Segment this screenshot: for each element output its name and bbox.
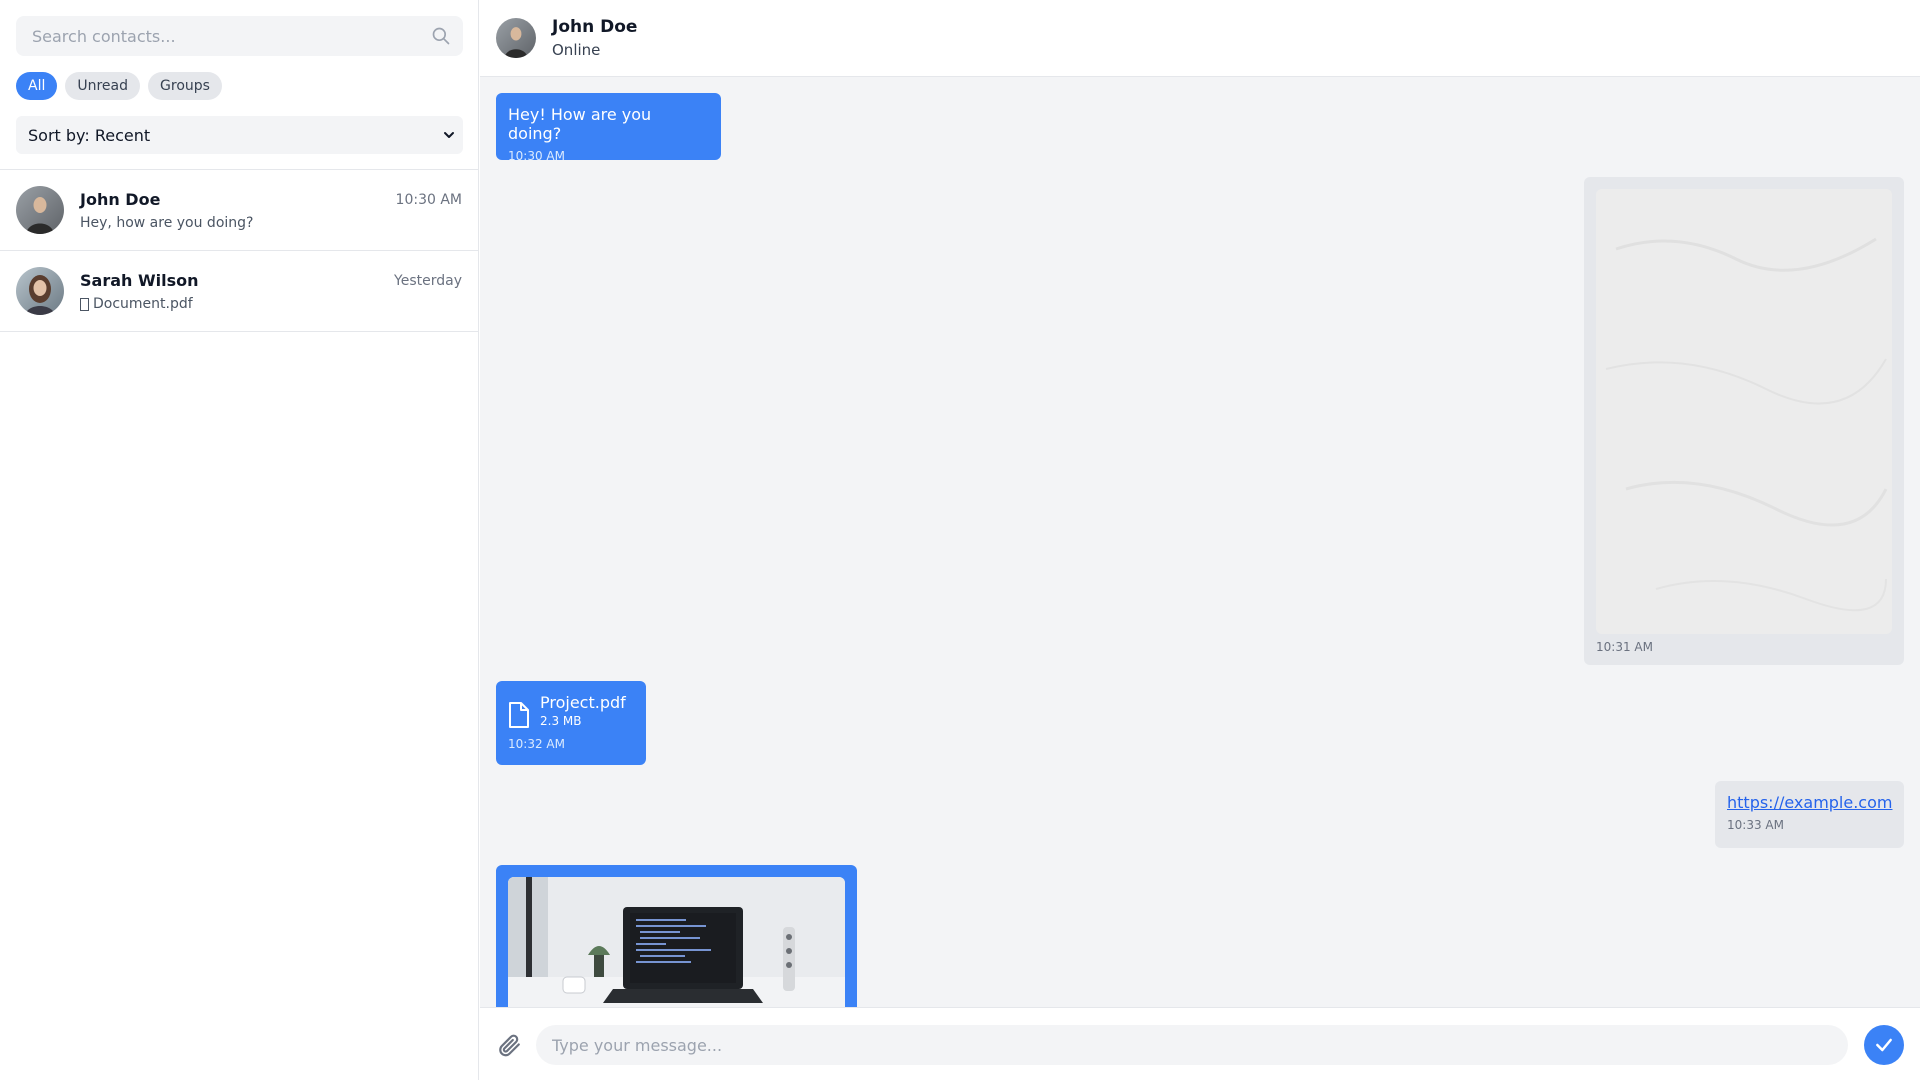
message-link[interactable]: https://example.com [1727,793,1892,812]
contact-time: Yesterday [394,273,462,289]
send-button[interactable] [1864,1025,1904,1065]
chat-header: John Doe Online [480,0,1920,77]
message-time: 10:33 AM [1727,818,1784,832]
message-bubble[interactable]: Project.pdf 2.3 MB 10:32 AM [496,681,646,765]
contact-item[interactable]: John Doe 10:30 AM Hey, how are you doing… [0,170,478,251]
chat-contact-status: Online [552,41,601,59]
search-box [16,16,463,56]
chevron-down-icon [444,132,454,138]
file-attachment[interactable]: Project.pdf 2.3 MB [508,693,634,729]
contact-name: John Doe [80,190,161,209]
contact-preview: Document.pdf [80,296,193,312]
message-image[interactable] [1596,189,1892,634]
file-size: 2.3 MB [540,714,582,728]
paperclip-icon[interactable] [496,1032,522,1058]
sort-select[interactable]: Sort by: Recent [16,116,463,154]
contact-preview-text: Document.pdf [93,296,193,312]
contact-preview: Hey, how are you doing? [80,215,253,231]
message-bubble[interactable]: Hey! How are you doing? 10:30 AM [496,93,721,163]
message-composer [480,1007,1920,1080]
message-input-wrapper [536,1025,1848,1065]
filter-unread[interactable]: Unread [65,72,141,100]
avatar [16,186,64,234]
contact-name: Sarah Wilson [80,271,199,290]
filter-chips: All Unread Groups [16,72,222,100]
sort-select-value: Sort by: Recent [28,125,151,145]
filter-all[interactable]: All [16,72,58,100]
file-name: Project.pdf [540,693,626,712]
message-input[interactable] [536,1025,1848,1065]
message-bubble[interactable]: 10:31 AM [1584,177,1904,665]
message-time: 10:32 AM [508,737,565,751]
message-text: Hey! How are you doing? [508,105,652,143]
contact-time: 10:30 AM [395,192,462,208]
contact-list: John Doe 10:30 AM Hey, how are you doing… [0,169,478,332]
document-icon [80,297,89,311]
message-list[interactable]: Hey! How are you doing? 10:30 AM 10:31 A… [480,77,1920,1007]
message-time: 10:31 AM [1596,640,1653,654]
file-icon [509,702,529,728]
search-input[interactable] [16,16,463,56]
avatar [16,267,64,315]
contact-item[interactable]: Sarah Wilson Yesterday Document.pdf [0,251,478,332]
search-icon[interactable] [431,26,451,46]
contact-preview-text: Hey, how are you doing? [80,215,254,231]
message-bubble[interactable]: https://example.com 10:33 AM [1715,781,1904,848]
contacts-sidebar: All Unread Groups Sort by: Recent John D… [0,0,479,1080]
chat-contact-name: John Doe [552,17,638,37]
check-icon [1876,1038,1892,1052]
message-image[interactable] [508,877,845,1007]
message-bubble[interactable] [496,865,857,1007]
filter-groups[interactable]: Groups [148,72,222,100]
message-time: 10:30 AM [508,149,565,163]
avatar[interactable] [496,18,536,58]
chat-panel: John Doe Online Hey! How are you doing? … [480,0,1920,1080]
